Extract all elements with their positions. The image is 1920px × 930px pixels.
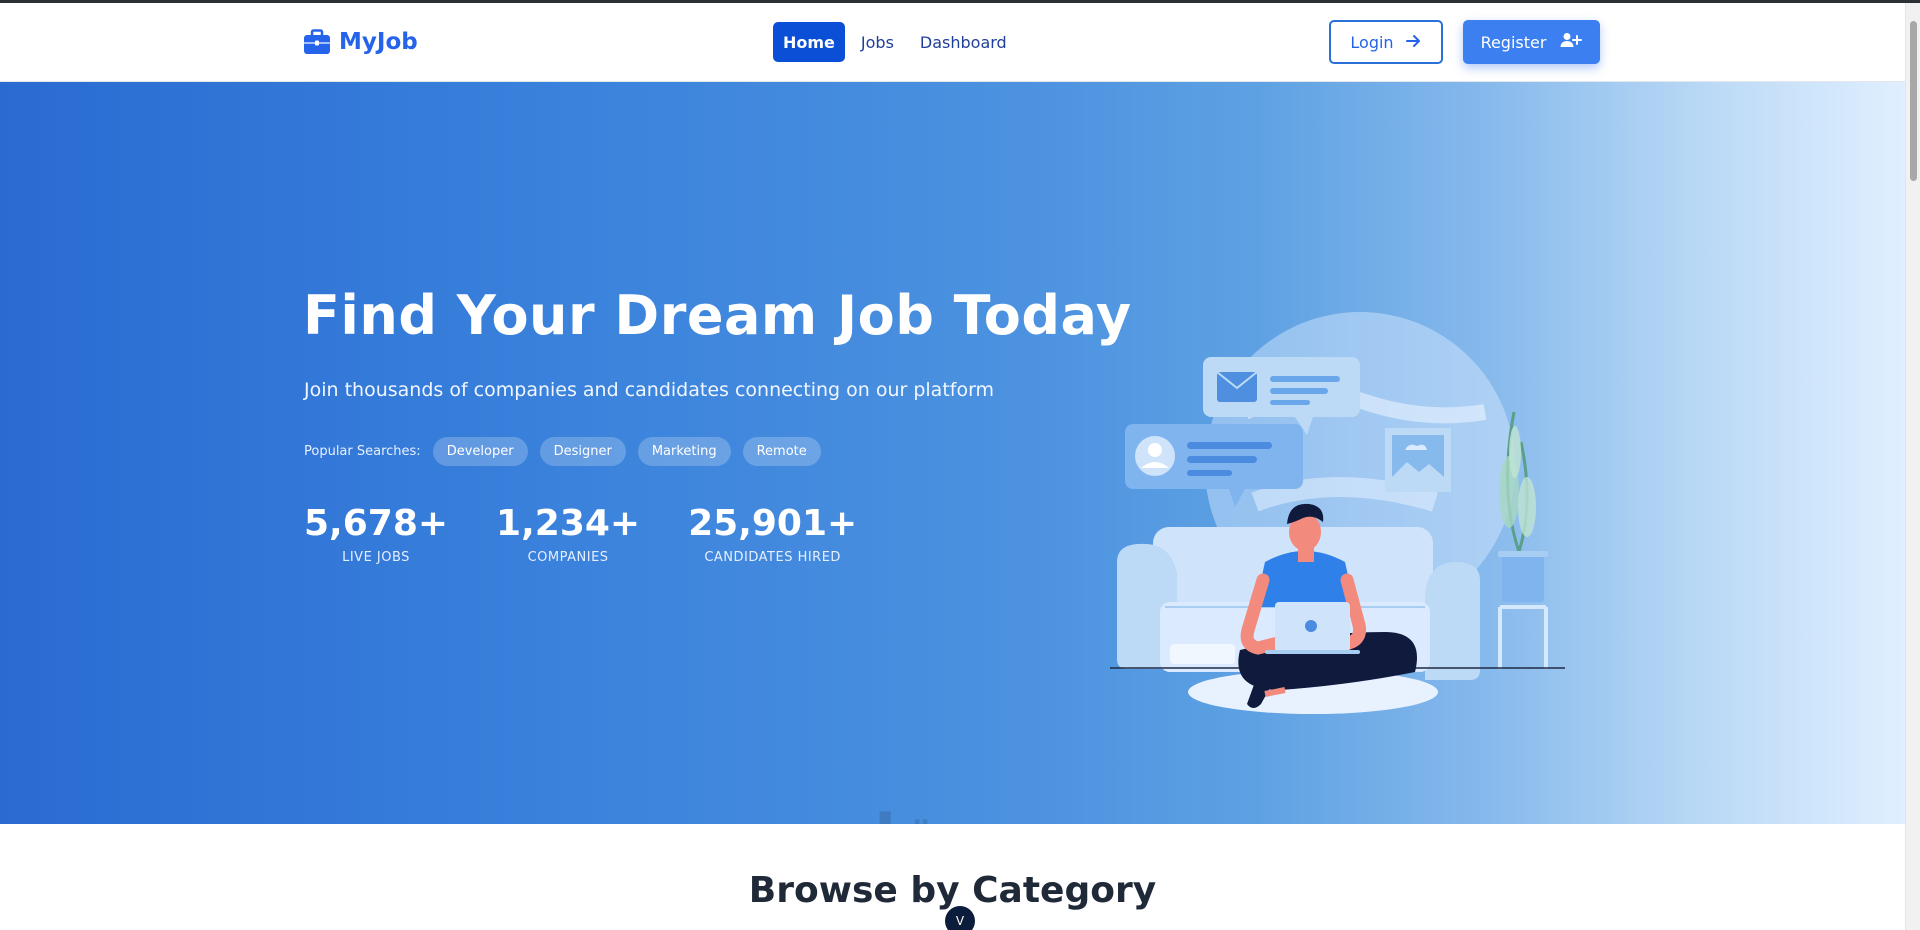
picture-frame-icon [1385, 428, 1451, 492]
nav-jobs[interactable]: Jobs [851, 22, 904, 62]
stat-label: CANDIDATES HIRED [704, 550, 841, 565]
hero-subtitle: Join thousands of companies and candidat… [304, 379, 995, 401]
stat-candidates-hired: 25,901+ CANDIDATES HIRED [688, 502, 857, 565]
stat-value: 5,678+ [304, 503, 449, 544]
tag-marketing[interactable]: Marketing [637, 437, 731, 466]
main-nav: Home Jobs Dashboard [773, 22, 1017, 62]
navbar: MyJob Home Jobs Dashboard Login Register [0, 3, 1905, 82]
stat-value: 1,234+ [496, 503, 641, 544]
scrollbar-thumb[interactable] [1910, 21, 1917, 181]
popular-searches: Popular Searches: Developer Designer Mar… [304, 437, 821, 466]
tag-developer[interactable]: Developer [432, 437, 528, 466]
register-label: Register [1480, 32, 1547, 52]
page-scrollbar[interactable] [1905, 3, 1920, 930]
v-badge-icon[interactable]: V [945, 906, 975, 930]
stat-companies: 1,234+ COMPANIES [496, 502, 640, 565]
briefcase-icon [303, 29, 331, 55]
stats-row: 5,678+ LIVE JOBS 1,234+ COMPANIES 25,901… [304, 502, 857, 565]
nav-dashboard[interactable]: Dashboard [910, 22, 1017, 62]
stat-label: LIVE JOBS [342, 550, 410, 565]
stat-live-jobs: 5,678+ LIVE JOBS [304, 502, 448, 565]
login-label: Login [1350, 32, 1394, 52]
hero-title: Find Your Dream Job Today [303, 284, 1132, 347]
tag-designer[interactable]: Designer [539, 437, 626, 466]
brand-logo[interactable]: MyJob [303, 29, 418, 55]
section-title: Browse by Category [748, 870, 1157, 911]
user-plus-icon [1560, 32, 1583, 52]
hero-illustration [1110, 312, 1565, 714]
stat-value: 25,901+ [688, 503, 858, 544]
login-button[interactable]: Login [1329, 20, 1443, 64]
hero-section: Find Your Dream Job Today Join thousands… [0, 82, 1905, 824]
brand-name: MyJob [339, 29, 418, 55]
register-button[interactable]: Register [1463, 20, 1600, 64]
tag-remote[interactable]: Remote [742, 437, 821, 466]
popular-searches-label: Popular Searches: [304, 444, 421, 459]
nav-home[interactable]: Home [773, 22, 845, 62]
arrow-right-icon [1405, 33, 1422, 52]
stat-label: COMPANIES [527, 550, 609, 565]
